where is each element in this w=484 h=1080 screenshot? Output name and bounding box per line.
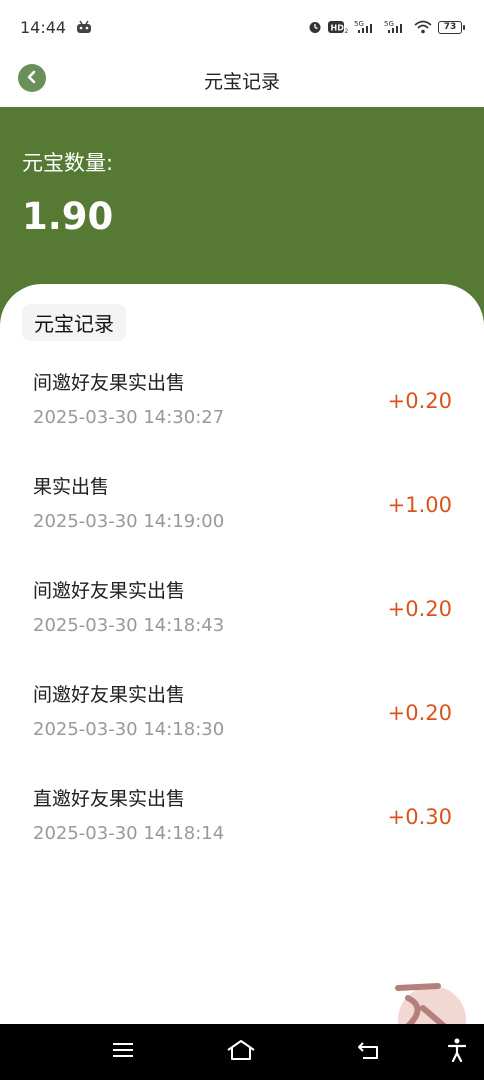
signal-5g-icon-2: 5G [384,20,408,34]
battery-icon: 73 [438,20,465,34]
back-icon [357,1040,381,1064]
status-bar: 14:44 HD 2 5G 5G 73 [0,0,484,54]
notification-app-icon [76,20,92,34]
record-amount: +1.00 [387,493,452,517]
accessibility-button[interactable] [442,1038,472,1066]
record-title: 间邀好友果实出售 [33,580,186,602]
wifi-icon [414,20,432,34]
home-button[interactable] [226,1038,256,1066]
balance-value: 1.90 [22,195,114,238]
record-title: 果实出售 [33,476,110,498]
status-time: 14:44 [20,17,67,37]
record-amount: +0.20 [387,701,452,725]
record-time: 2025-03-30 14:18:43 [33,615,225,636]
record-title: 间邀好友果实出售 [33,372,186,394]
list-item: 间邀好友果实出售 2025-03-30 14:30:27 +0.20 [0,354,484,458]
records-section-title: 元宝记录 [22,304,126,341]
alarm-icon [308,20,322,34]
record-amount: +0.20 [387,597,452,621]
svg-text:5G: 5G [384,20,394,28]
signal-5g-icon-1: 5G [354,20,378,34]
record-list: 间邀好友果实出售 2025-03-30 14:30:27 +0.20 果实出售 … [0,354,484,874]
balance-label: 元宝数量: [22,151,114,175]
hd-icon: HD 2 [328,20,348,34]
back-button[interactable] [18,64,46,92]
system-back-button[interactable] [354,1038,384,1066]
record-time: 2025-03-30 14:18:14 [33,823,225,844]
app-header: 元宝记录 [0,54,484,106]
record-title: 间邀好友果实出售 [33,684,186,706]
home-icon [226,1039,256,1065]
svg-text:5G: 5G [354,20,364,28]
record-title: 直邀好友果实出售 [33,788,186,810]
svg-text:2: 2 [345,28,349,34]
record-time: 2025-03-30 14:30:27 [33,407,225,428]
chevron-left-icon [25,69,39,88]
records-card: 元宝记录 间邀好友果实出售 2025-03-30 14:30:27 +0.20 … [0,284,484,1024]
list-item: 间邀好友果实出售 2025-03-30 14:18:30 +0.20 [0,666,484,770]
list-item: 果实出售 2025-03-30 14:19:00 +1.00 [0,458,484,562]
menu-button[interactable] [108,1038,138,1066]
status-right: HD 2 5G 5G 73 [308,20,465,34]
menu-icon [112,1041,134,1063]
list-item: 间邀好友果实出售 2025-03-30 14:18:43 +0.20 [0,562,484,666]
record-time: 2025-03-30 14:19:00 [33,511,225,532]
status-left: 14:44 [20,18,92,37]
navigation-bar [0,1024,484,1080]
svg-text:HD: HD [331,24,345,33]
list-item: 直邀好友果实出售 2025-03-30 14:18:14 +0.30 [0,770,484,874]
record-time: 2025-03-30 14:18:30 [33,719,225,740]
record-amount: +0.20 [387,389,452,413]
page-title: 元宝记录 [203,70,280,93]
record-amount: +0.30 [387,805,452,829]
accessibility-icon [447,1038,467,1066]
